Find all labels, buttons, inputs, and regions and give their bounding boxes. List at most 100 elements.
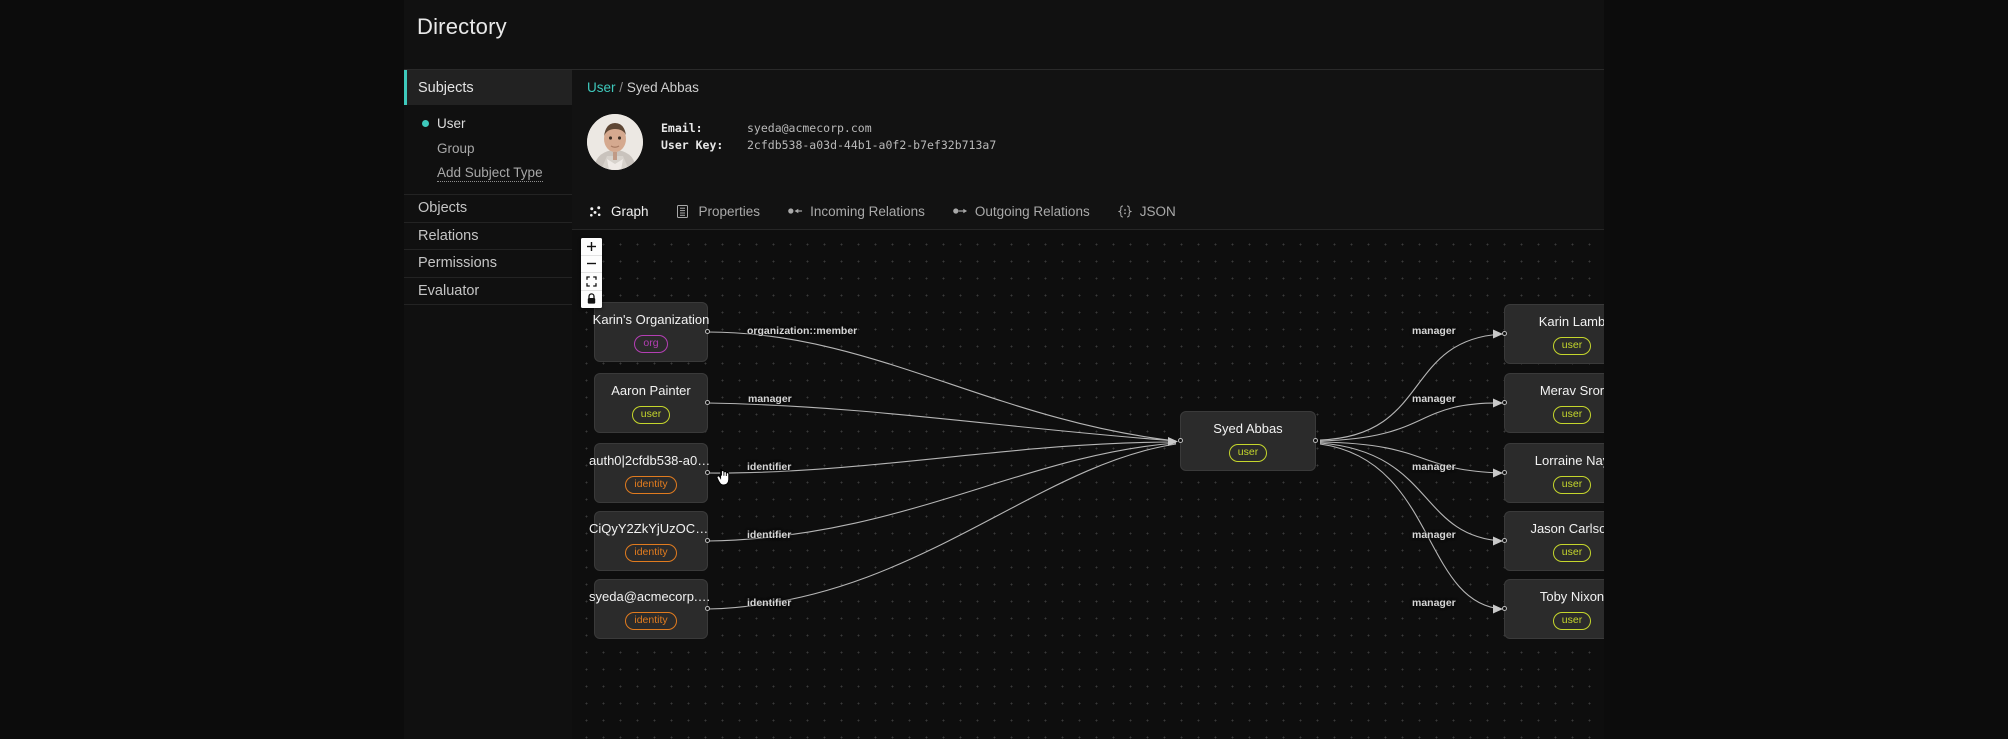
profile-fields: Email: syeda@acmecorp.com User Key: 2cfd… (661, 120, 996, 154)
node-handle-left[interactable] (1502, 606, 1507, 611)
user-key-value: 2cfdb538-a03d-44b1-a0f2-b7ef32b713a7 (747, 138, 997, 152)
sidebar-item-relations[interactable]: Relations (404, 223, 572, 250)
avatar-image (587, 114, 643, 170)
plus-icon (587, 241, 596, 251)
properties-icon (676, 204, 692, 218)
node-badge: org (634, 334, 668, 353)
graph-node-ciqy-identity[interactable]: CiQyY2ZkYjUzOC1hMDN... identity (589, 511, 713, 571)
graph-node-email-identity[interactable]: syeda@acmecorp.com identity (589, 579, 713, 639)
breadcrumb-current: Syed Abbas (626, 80, 699, 95)
zoom-out-button[interactable] (581, 256, 602, 273)
node-handle-right[interactable] (705, 329, 710, 334)
sidebar-item-evaluator[interactable]: Evaluator (404, 278, 572, 305)
active-dot-icon (422, 120, 429, 127)
graph-icon (589, 204, 604, 218)
main-content: User / Syed Abbas Email: syeda@acmecorp.… (572, 70, 1604, 739)
sidebar-item-objects[interactable]: Objects (404, 195, 572, 223)
profile-summary: Email: syeda@acmecorp.com User Key: 2cfd… (587, 114, 1287, 186)
edge-label-manager-lorraine: manager (1412, 461, 1456, 473)
node-label: Merav Sror (1539, 382, 1604, 398)
graph-node-organization[interactable]: Karin's Organization org (592, 302, 710, 362)
node-badge: user (1552, 475, 1592, 494)
node-handle-right[interactable] (705, 606, 710, 611)
graph-node-jason-carlson[interactable]: Jason Carlson user (1502, 511, 1604, 571)
tab-incoming-relations[interactable]: Incoming Relations (786, 195, 927, 227)
tab-json[interactable]: JSON (1116, 195, 1178, 227)
node-handle-right[interactable] (1313, 438, 1318, 443)
graph-node-aaron-painter[interactable]: Aaron Painter user (594, 373, 710, 433)
node-badge: user (1552, 336, 1592, 355)
tab-properties[interactable]: Properties (675, 195, 763, 227)
graph-node-karin-lamb[interactable]: Karin Lamb user (1502, 304, 1604, 364)
active-accent-bar (404, 70, 407, 105)
tab-label: Properties (698, 203, 761, 219)
tab-label: JSON (1139, 203, 1176, 219)
page-title: Directory (417, 14, 507, 39)
node-label: Jason Carlson (1530, 520, 1604, 536)
user-key-label: User Key: (661, 138, 724, 152)
edge-label-identifier-ciqy: identifier (747, 529, 792, 541)
edge-label-manager-karin: manager (1412, 325, 1456, 337)
app-shell: Directory Subjects User Group Add Subjec… (404, 0, 1604, 739)
sidebar-item-group[interactable]: Group (404, 136, 572, 161)
json-icon (1117, 204, 1133, 218)
sidebar-item-label: Group (437, 141, 475, 156)
graph-node-toby-nixon[interactable]: Toby Nixon user (1502, 579, 1604, 639)
sidebar-item-label: Permissions (418, 255, 497, 272)
incoming-relations-icon (788, 204, 803, 218)
node-label: Karin's Organization (592, 311, 710, 327)
tab-outgoing-relations[interactable]: Outgoing Relations (951, 195, 1092, 227)
sidebar-subitems: User Group Add Subject Type (404, 105, 572, 195)
minus-icon (587, 263, 596, 265)
sidebar-item-user[interactable]: User (404, 111, 572, 136)
node-handle-left[interactable] (1502, 538, 1507, 543)
graph-node-lorraine-nay[interactable]: Lorraine Nay user (1502, 443, 1604, 503)
graph-edges (707, 329, 1503, 614)
node-badge: identity (625, 543, 677, 562)
tab-bar: Graph Properties Incoming Relations Outg… (587, 195, 1587, 231)
graph-node-syed-abbas[interactable]: Syed Abbas user (1178, 411, 1318, 471)
node-handle-left[interactable] (1502, 470, 1507, 475)
edge-label-manager-aaron: manager (748, 393, 792, 405)
fit-view-button[interactable] (581, 273, 602, 291)
breadcrumb-separator: / (619, 80, 624, 95)
email-label: Email: (661, 121, 703, 135)
tab-label: Incoming Relations (810, 203, 925, 219)
tab-graph[interactable]: Graph (587, 195, 651, 231)
sidebar-group-label: Subjects (418, 79, 474, 96)
sidebar-item-label: Evaluator (418, 282, 480, 299)
node-badge: user (1552, 543, 1592, 562)
node-handle-left[interactable] (1502, 331, 1507, 336)
node-handle-right[interactable] (705, 538, 710, 543)
node-label: CiQyY2ZkYjUzOC1hMDN... (589, 520, 713, 536)
breadcrumb: User / Syed Abbas (587, 80, 699, 95)
node-handle-left[interactable] (1178, 438, 1183, 443)
edge-label-identifier-email: identifier (747, 597, 792, 609)
graph-node-auth0-identity[interactable]: auth0|2cfdb538-a03d-4... identity (589, 443, 713, 503)
app-header: Directory (404, 0, 1604, 70)
sidebar-group-subjects[interactable]: Subjects (404, 70, 572, 105)
node-badge: identity (625, 611, 677, 630)
sidebar-item-label: Add Subject Type (437, 165, 543, 182)
node-label: Syed Abbas (1213, 420, 1283, 436)
edge-label-manager-toby: manager (1412, 597, 1456, 609)
node-handle-left[interactable] (1502, 400, 1507, 405)
edge-label-identifier-auth0: identifier (747, 461, 792, 473)
breadcrumb-link-user[interactable]: User (587, 80, 616, 95)
graph-node-merav-sror[interactable]: Merav Sror user (1502, 373, 1604, 433)
zoom-in-button[interactable] (581, 238, 602, 256)
graph-canvas[interactable]: Karin's Organization org Aaron Painter u… (572, 230, 1604, 739)
sidebar-item-permissions[interactable]: Permissions (404, 250, 572, 278)
sidebar-item-label: Objects (418, 200, 468, 217)
user-key-row: User Key: 2cfdb538-a03d-44b1-a0f2-b7ef32… (661, 137, 996, 154)
node-badge: user (1552, 611, 1592, 630)
sidebar-item-add-subject-type[interactable]: Add Subject Type (404, 161, 572, 186)
edge-label-manager-merav: manager (1412, 393, 1456, 405)
sidebar: Subjects User Group Add Subject Type Obj… (404, 70, 572, 739)
sidebar-item-label: User (437, 116, 466, 131)
lock-button[interactable] (581, 291, 602, 309)
node-handle-right[interactable] (705, 400, 710, 405)
edge-label-manager-jason: manager (1412, 529, 1456, 541)
node-handle-right[interactable] (705, 470, 710, 475)
email-row: Email: syeda@acmecorp.com (661, 120, 996, 137)
